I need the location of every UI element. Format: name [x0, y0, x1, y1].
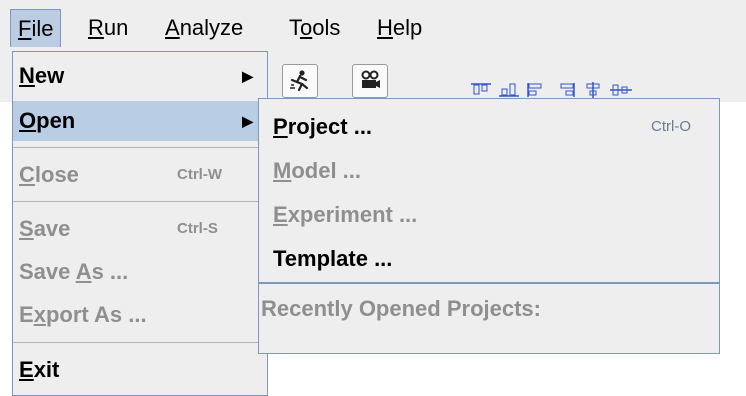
menu-item-export-as[interactable]: Export As ...	[13, 295, 267, 335]
recent-projects-label: Recently Opened Projects:	[261, 296, 541, 321]
menu-separator	[13, 201, 267, 202]
camera-button[interactable]	[352, 64, 388, 98]
menu-file[interactable]: File	[10, 9, 62, 47]
align-right-icon[interactable]	[554, 82, 576, 98]
runner-icon	[290, 70, 309, 92]
submenu-arrow-icon: ▶	[242, 68, 253, 84]
align-left-icon[interactable]	[526, 82, 548, 98]
menu-bar: File Run Analyze Tools Help	[0, 0, 746, 53]
submenu-separator	[259, 282, 719, 284]
menu-item-save[interactable]: Save Ctrl-S	[13, 209, 267, 249]
menu-item-close[interactable]: Close Ctrl-W	[13, 155, 267, 195]
menu-item-open[interactable]: Open ▶	[13, 101, 267, 141]
submenu-item-template[interactable]: Template ...	[259, 239, 719, 279]
open-submenu: Project ... Ctrl-O Model ... Experiment …	[258, 98, 720, 354]
align-center-icon[interactable]	[582, 82, 604, 98]
submenu-item-model[interactable]: Model ...	[259, 151, 719, 191]
menu-tools[interactable]: Tools	[282, 9, 347, 47]
menu-separator	[13, 342, 267, 343]
menu-help[interactable]: Help	[370, 9, 429, 47]
align-top-icon[interactable]	[470, 82, 492, 98]
menu-separator	[13, 147, 267, 148]
submenu-item-experiment[interactable]: Experiment ...	[259, 195, 719, 235]
align-bottom-icon[interactable]	[498, 82, 520, 98]
menu-run[interactable]: Run	[81, 9, 135, 47]
menu-item-new[interactable]: New ▶	[13, 56, 267, 96]
align-middle-icon[interactable]	[610, 82, 632, 98]
run-button[interactable]	[282, 64, 318, 98]
menu-analyze[interactable]: Analyze	[158, 9, 250, 47]
menu-item-save-as[interactable]: Save As ...	[13, 252, 267, 292]
menu-item-exit[interactable]: Exit	[13, 350, 267, 390]
submenu-arrow-icon: ▶	[242, 113, 253, 129]
submenu-item-project[interactable]: Project ... Ctrl-O	[259, 107, 719, 147]
camera-icon	[361, 70, 380, 88]
file-menu: New ▶ Open ▶ Close Ctrl-W Save Ctrl-S Sa…	[12, 51, 268, 396]
